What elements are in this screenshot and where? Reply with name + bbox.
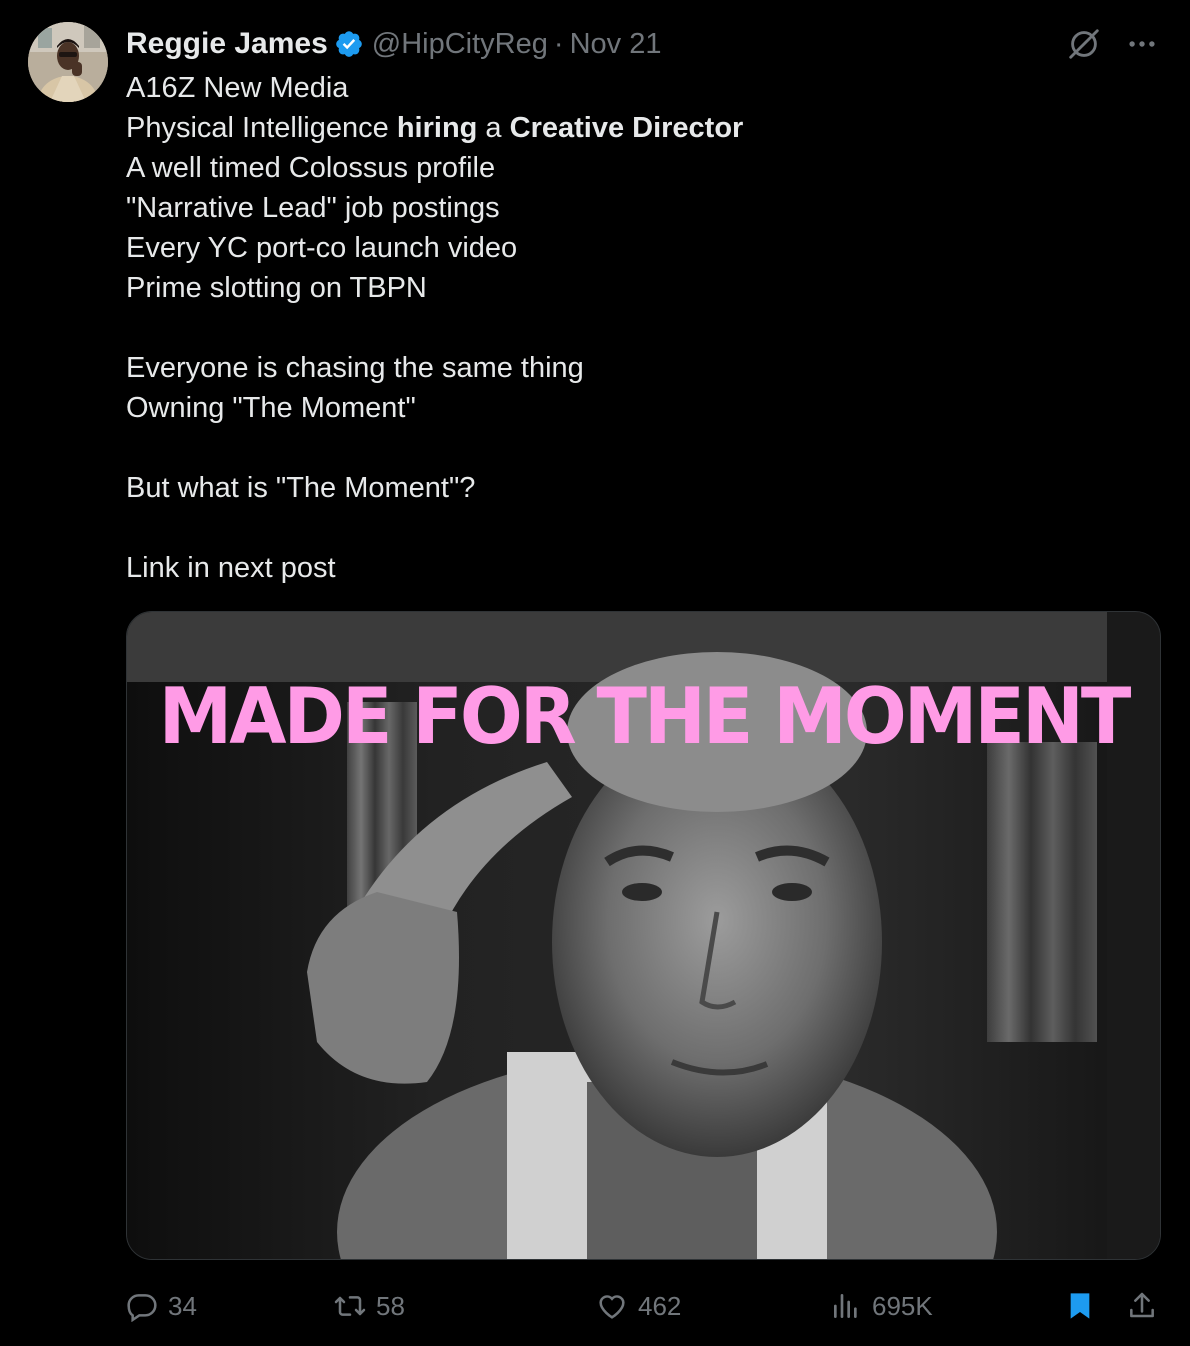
tweet-text-bold: Creative Director <box>509 112 744 144</box>
tweet-text-segment: A16Z New Media <box>126 72 349 104</box>
separator-dot: · <box>553 27 564 60</box>
like-button[interactable]: 462 <box>596 1284 681 1328</box>
views-icon <box>834 1294 857 1318</box>
tweet-text-segment: Everyone is chasing the same thing <box>126 352 584 384</box>
tweet-text-line: Every YC port-co launch video <box>126 228 1156 268</box>
reply-button[interactable]: 34 <box>126 1284 197 1328</box>
tweet-text-segment: A well timed Colossus profile <box>126 152 496 184</box>
tweet-text: A16Z New Media Physical Intelligence hiri… <box>126 68 1156 588</box>
tweet-text-segment: Link in next post <box>126 552 336 584</box>
tweet-text-segment: Prime slotting on TBPN <box>126 272 427 304</box>
author-handle[interactable]: @HipCityReg <box>372 28 548 61</box>
tweet-top-actions <box>1064 24 1162 64</box>
tweet-text-line: A16Z New Media <box>126 68 1156 108</box>
tweet-text-line: A well timed Colossus profile <box>126 148 1156 188</box>
tweet-text-line: But what is "The Moment"? <box>126 468 1156 508</box>
bookmark-icon <box>1070 1293 1090 1319</box>
reply-icon <box>127 1294 157 1322</box>
media-overlay-text: MADE FOR THE MOMENT <box>158 671 1132 763</box>
tweet-text-segment: "Narrative Lead" job postings <box>126 192 500 224</box>
tweet-text-line: Everyone is chasing the same thing <box>126 348 1156 388</box>
tweet-text-line: Prime slotting on TBPN <box>126 268 1156 308</box>
tweet-text-line: Link in next post <box>126 548 1156 588</box>
grok-icon[interactable] <box>1064 24 1104 64</box>
retweet-button[interactable]: 58 <box>334 1284 405 1328</box>
tweet-text-bold: hiring <box>396 112 478 144</box>
views-button[interactable]: 695K <box>830 1284 933 1328</box>
tweet-text-line: Owning "The Moment" <box>126 388 1156 428</box>
share-icon <box>1130 1292 1154 1318</box>
tweet-text-segment: Owning "The Moment" <box>126 392 416 424</box>
like-icon <box>599 1295 625 1319</box>
share-button[interactable] <box>1126 1284 1168 1328</box>
tweet-text-segment: Physical Intelligence <box>126 112 397 144</box>
avatar-image <box>28 22 108 102</box>
tweet-text-line: Physical Intelligence hiring a Creative … <box>126 108 1156 148</box>
verified-badge-icon <box>334 29 364 59</box>
tweet-text-segment: a <box>477 112 510 144</box>
bookmark-button[interactable] <box>1064 1284 1106 1328</box>
retweet-count: 58 <box>376 1290 405 1321</box>
more-icon[interactable] <box>1122 24 1162 64</box>
reply-count: 34 <box>168 1290 197 1321</box>
tweet-date[interactable]: Nov 21 <box>570 28 662 61</box>
avatar[interactable] <box>28 22 108 102</box>
view-count: 695K <box>872 1290 933 1321</box>
tweet-header: Reggie James @HipCityReg · Nov 21 <box>126 24 661 64</box>
retweet-icon <box>334 1296 366 1316</box>
tweet-text-segment: But what is "The Moment"? <box>126 472 476 504</box>
like-count: 462 <box>638 1290 682 1321</box>
tweet-text-segment: Every YC port-co launch video <box>126 232 518 264</box>
tweet-media[interactable]: MADE FOR THE MOMENT <box>126 611 1161 1260</box>
tweet-text-line: "Narrative Lead" job postings <box>126 188 1156 228</box>
tweet-actions: 34 58 462 695K <box>126 1284 1166 1328</box>
author-name[interactable]: Reggie James <box>126 27 328 61</box>
